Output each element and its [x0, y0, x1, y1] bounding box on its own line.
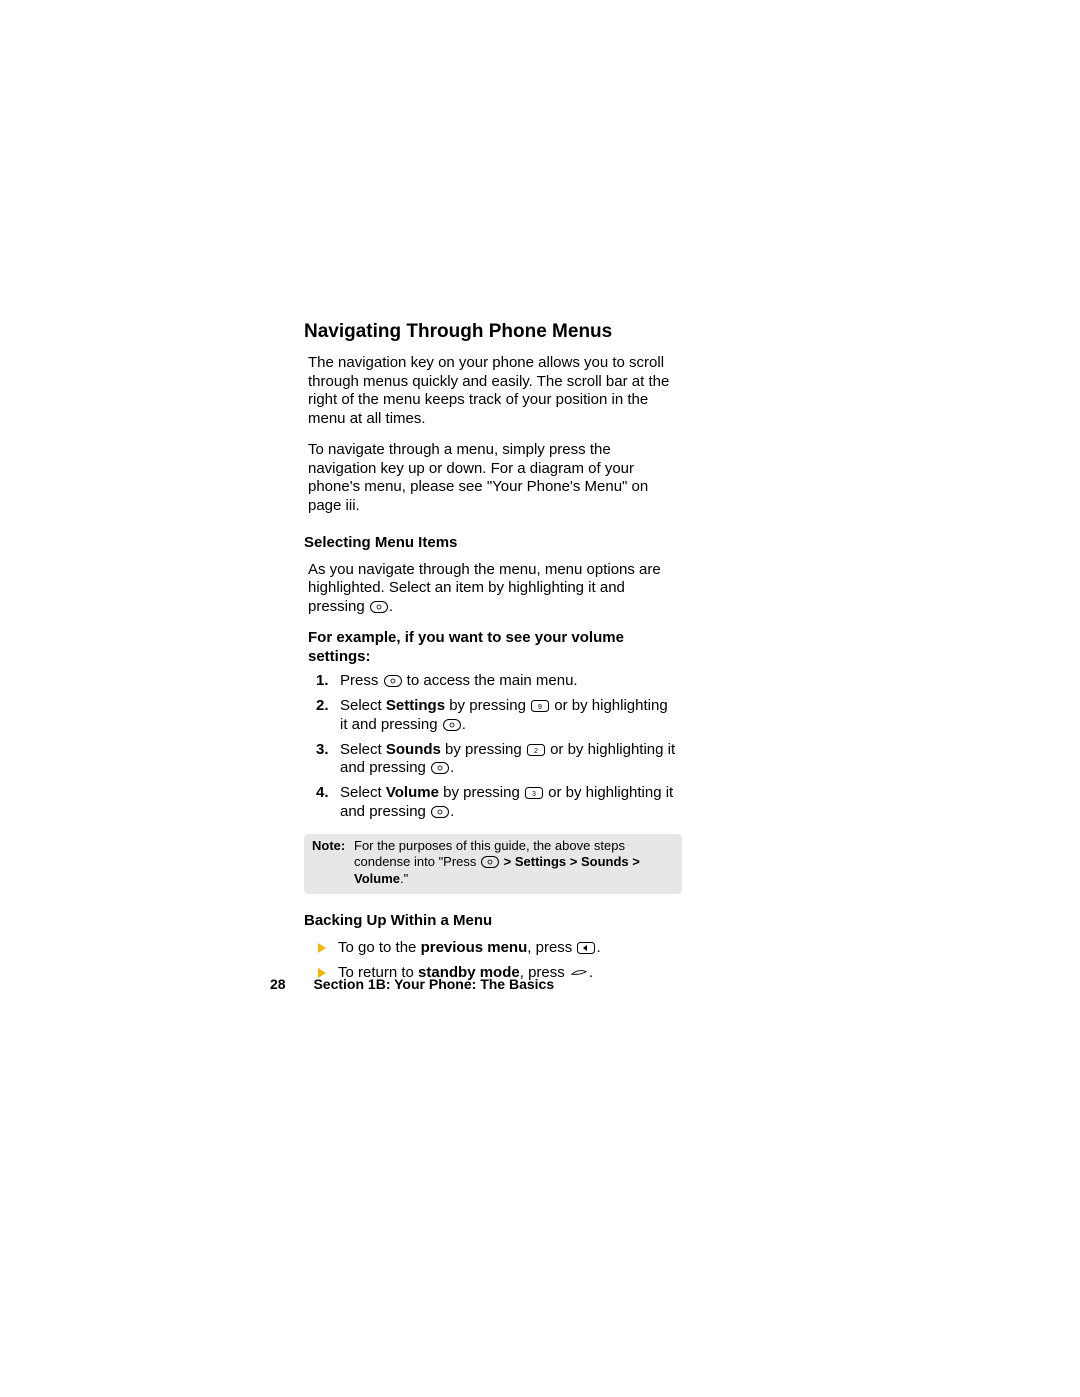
text-fragment: ." — [400, 871, 408, 886]
bold-term: Volume — [386, 784, 439, 801]
text-fragment: . — [389, 598, 393, 615]
text-fragment: As you navigate through the menu, menu o… — [308, 561, 661, 616]
text-fragment: Press — [340, 672, 383, 689]
menu-key-icon — [431, 806, 449, 818]
text-fragment: to access the main menu. — [403, 672, 578, 689]
text-fragment: . — [589, 964, 593, 981]
svg-text:3: 3 — [532, 791, 536, 798]
menu-key-icon — [431, 762, 449, 774]
subheading-selecting: Selecting Menu Items — [304, 534, 679, 553]
bold-term: Sounds — [386, 741, 441, 758]
bullet-item: To go to the previous menu, press . — [338, 939, 679, 958]
text-fragment: To go to the — [338, 939, 421, 956]
text-fragment: Select — [340, 697, 386, 714]
page-heading: Navigating Through Phone Menus — [304, 320, 679, 344]
note-body: For the purposes of this guide, the abov… — [354, 838, 674, 889]
menu-key-icon — [481, 856, 499, 868]
menu-key-icon — [370, 601, 388, 613]
intro-paragraph-1: The navigation key on your phone allows … — [304, 354, 679, 429]
key-3-icon: 3 — [525, 787, 543, 799]
text-fragment: Select — [340, 741, 386, 758]
step-item: Press to access the main menu. — [340, 672, 679, 691]
step-item: Select Settings by pressing 9 or by high… — [340, 697, 679, 735]
text-fragment: by pressing — [441, 741, 526, 758]
bold-term: previous menu — [421, 939, 528, 956]
text-fragment: . — [462, 716, 466, 733]
svg-text:2: 2 — [534, 748, 538, 755]
text-fragment: by pressing — [445, 697, 530, 714]
text-fragment: . — [596, 939, 600, 956]
section-title: Section 1B: Your Phone: The Basics — [313, 976, 554, 992]
step-item: Select Volume by pressing 3 or by highli… — [340, 784, 679, 822]
step-item: Select Sounds by pressing 2 or by highli… — [340, 741, 679, 779]
menu-key-icon — [443, 719, 461, 731]
text-fragment: by pressing — [439, 784, 524, 801]
key-2-icon: 2 — [527, 744, 545, 756]
note-box: Note: For the purposes of this guide, th… — [304, 834, 682, 895]
text-fragment: , press — [527, 939, 576, 956]
page-footer: 28 Section 1B: Your Phone: The Basics — [270, 976, 554, 992]
steps-list: Press to access the main menu. Select Se… — [304, 672, 679, 821]
subheading-backing-up: Backing Up Within a Menu — [304, 912, 679, 931]
end-key-icon — [570, 967, 588, 979]
text-fragment: . — [450, 803, 454, 820]
manual-page: Navigating Through Phone Menus The navig… — [0, 0, 1080, 1397]
key-9-icon: 9 — [531, 700, 549, 712]
note-label: Note: — [312, 838, 354, 889]
text-fragment: Select — [340, 784, 386, 801]
page-number: 28 — [270, 976, 286, 992]
bold-term: Settings — [386, 697, 445, 714]
svg-text:9: 9 — [538, 704, 542, 711]
menu-key-icon — [384, 675, 402, 687]
text-fragment: . — [450, 759, 454, 776]
intro-paragraph-2: To navigate through a menu, simply press… — [304, 441, 679, 516]
selecting-paragraph: As you navigate through the menu, menu o… — [304, 561, 679, 617]
page-content: Navigating Through Phone Menus The navig… — [304, 320, 679, 982]
example-lead: For example, if you want to see your vol… — [304, 629, 679, 667]
back-key-icon — [577, 942, 595, 954]
